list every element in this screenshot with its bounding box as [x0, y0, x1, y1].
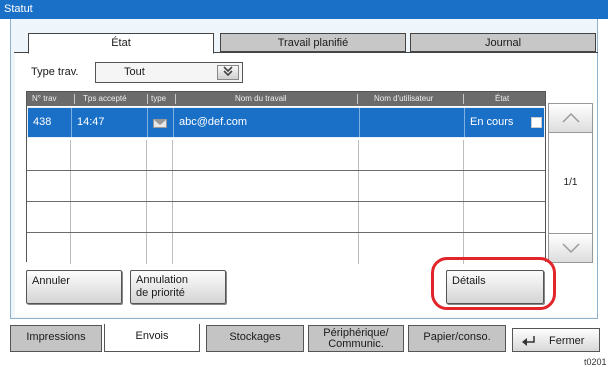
cell-user [360, 108, 465, 137]
tab-papier-conso[interactable]: Papier/conso. [408, 325, 506, 352]
job-type-select[interactable]: Tout [95, 62, 243, 83]
cancel-button-label: Annuler [32, 275, 70, 287]
double-chevron-down-icon[interactable] [217, 65, 239, 80]
tab-papier-conso-label: Papier/conso. [423, 331, 491, 343]
chevron-up-icon [561, 112, 580, 123]
envelope-icon [153, 119, 167, 128]
tab-stockages[interactable]: Stockages [206, 325, 304, 352]
tab-stockages-label: Stockages [229, 331, 281, 343]
job-type-value: Tout [124, 66, 145, 78]
priority-cancel-button[interactable]: Annulation de priorité [130, 270, 226, 304]
close-button[interactable]: Fermer [512, 328, 600, 352]
cell-job-number: 438 [28, 108, 72, 137]
cell-state-text: En cours [470, 116, 514, 128]
col-job-number: N° trav [32, 94, 57, 103]
cell-state: En cours [465, 108, 546, 137]
col-job-name: Nom du travail [235, 94, 287, 103]
tab-impressions[interactable]: Impressions [10, 325, 102, 352]
return-arrow-icon [521, 335, 537, 350]
col-user-name: Nom d'utilisateur [374, 94, 434, 103]
cancel-button[interactable]: Annuler [26, 270, 122, 304]
cell-type [148, 108, 174, 137]
close-button-label: Fermer [549, 335, 585, 347]
highlight-ring [431, 257, 556, 310]
tab-etat-label: État [111, 37, 131, 49]
window-title: Statut [0, 0, 608, 19]
figure-code: t0201 [584, 357, 607, 367]
tab-etat[interactable]: État [28, 33, 214, 54]
tab-peripherique-label-2: Communic. [328, 338, 384, 350]
priority-cancel-label-2: de priorité [136, 287, 185, 299]
scroll-up-button[interactable] [548, 103, 593, 133]
table-row[interactable] [27, 171, 545, 202]
table-row[interactable] [27, 202, 545, 233]
col-type: type [151, 94, 167, 103]
cell-time: 14:47 [72, 108, 148, 137]
page-indicator: 1/1 [548, 133, 593, 233]
scroll-down-button[interactable] [548, 233, 593, 263]
chevron-down-icon [561, 243, 580, 254]
tab-envois[interactable]: Envois [104, 324, 200, 352]
priority-cancel-label-1: Annulation [136, 274, 188, 286]
scroll-controls: 1/1 [548, 103, 593, 263]
col-accepted-time: Tps accepté [83, 94, 127, 103]
table-row[interactable] [27, 140, 545, 171]
tab-envois-label: Envois [135, 330, 169, 342]
tab-journal[interactable]: Journal [410, 33, 596, 52]
table-row-selected[interactable]: 438 14:47 abc@def.com En cours [27, 107, 545, 138]
cell-job-name: abc@def.com [174, 108, 360, 137]
job-table: N° trav Tps accepté type Nom du travail … [26, 91, 546, 264]
tab-travail-planifie[interactable]: Travail planifié [220, 33, 406, 52]
table-header: N° trav Tps accepté type Nom du travail … [27, 92, 545, 106]
tab-journal-label: Journal [484, 37, 522, 49]
tab-impressions-label: Impressions [26, 331, 86, 343]
col-state: État [495, 94, 510, 103]
checkbox-icon [531, 117, 542, 128]
job-type-label: Type trav. [31, 66, 79, 78]
tab-peripherique-communic[interactable]: Périphérique/ Communic. [308, 325, 404, 352]
tab-travail-planifie-label: Travail planifié [277, 37, 349, 49]
